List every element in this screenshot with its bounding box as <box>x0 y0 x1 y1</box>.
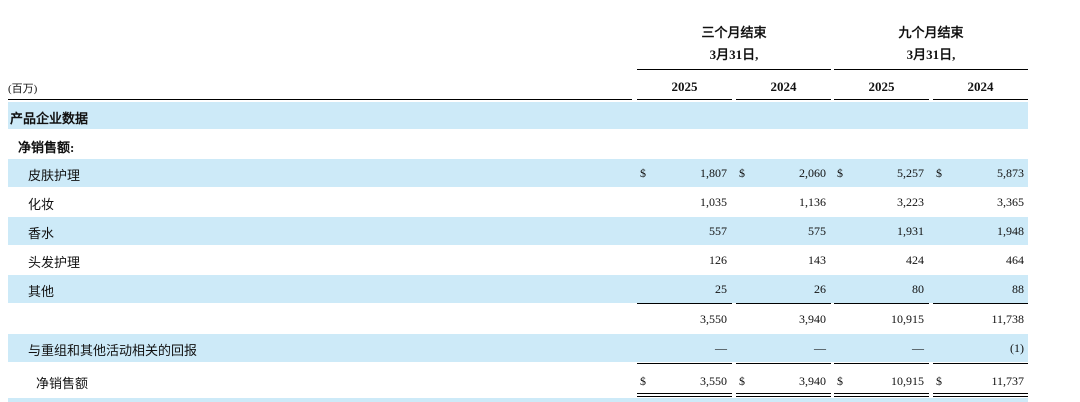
section-band-product-data <box>8 102 1028 129</box>
subtotal-rule-2 <box>736 303 831 304</box>
cell-fragrance-q-2025: 557 <box>709 224 727 238</box>
year-header-4: 2024 <box>967 79 994 94</box>
total-rule-1 <box>637 363 732 364</box>
total-double-rule-4a <box>933 393 1028 394</box>
row-label-skin-care: 皮肤护理 <box>28 168 81 183</box>
cell-skin-care-n-2025: 5,257 <box>897 166 924 180</box>
cell-other-n-2025: 80 <box>912 282 924 296</box>
row-label-fragrance: 香水 <box>28 226 55 241</box>
period-three-months-line2: 3月31日, <box>709 47 759 62</box>
cell-subtotal-n-2025: 10,915 <box>891 312 924 326</box>
total-rule-2 <box>736 363 831 364</box>
period-underline-three <box>637 69 831 70</box>
total-double-rule-3b <box>834 396 929 397</box>
row-label-hair-care: 头发护理 <box>28 255 81 270</box>
row-label-other: 其他 <box>28 284 55 299</box>
cell-other-n-2024: 88 <box>1012 282 1024 296</box>
row-label-total: 净销售额 <box>36 376 89 391</box>
cell-returns-q-2024: — <box>814 341 826 355</box>
bottom-band <box>8 398 1028 402</box>
row-label-returns: 与重组和其他活动相关的回报 <box>28 343 198 358</box>
subtotal-rule-4 <box>933 303 1028 304</box>
cell-total-n-2024: 11,737 <box>991 374 1024 388</box>
cell-skin-care-q-2024: 2,060 <box>799 166 826 180</box>
cell-hair-care-q-2024: 143 <box>808 253 826 267</box>
cell-total-n-2025: 10,915 <box>891 374 924 388</box>
period-underline-nine <box>834 69 1028 70</box>
cell-subtotal-n-2024: 11,738 <box>991 312 1024 326</box>
total-double-rule-3a <box>834 393 929 394</box>
total-double-rule-2b <box>736 396 831 397</box>
year-underline-4 <box>933 99 1028 100</box>
cell-returns-n-2024: (1) <box>1010 341 1024 355</box>
year-underline-3 <box>834 99 929 100</box>
cell-total-q-2024: 3,940 <box>799 374 826 388</box>
year-header-3: 2025 <box>868 79 895 94</box>
total-rule-4 <box>933 363 1028 364</box>
cell-makeup-n-2024: 3,365 <box>997 195 1024 209</box>
cell-hair-care-n-2025: 424 <box>906 253 924 267</box>
total-double-rule-1b <box>637 396 732 397</box>
year-underline-1 <box>637 99 732 100</box>
year-header-1: 2025 <box>671 79 698 94</box>
period-nine-months-line2: 3月31日, <box>906 47 956 62</box>
cell-returns-n-2025: — <box>912 341 924 355</box>
year-underline-2 <box>736 99 831 100</box>
net-sales-heading: 净销售额: <box>18 140 75 155</box>
cell-other-q-2025: 25 <box>715 282 727 296</box>
cell-fragrance-q-2024: 575 <box>808 224 826 238</box>
row-label-makeup: 化妆 <box>28 197 55 212</box>
period-nine-months: 九个月结束 3月31日, <box>834 22 1028 63</box>
cell-makeup-q-2025: 1,035 <box>700 195 727 209</box>
cell-hair-care-n-2024: 464 <box>1006 253 1024 267</box>
cell-skin-care-n-2024: 5,873 <box>997 166 1024 180</box>
total-double-rule-1a <box>637 393 732 394</box>
cell-fragrance-n-2025: 1,931 <box>897 224 924 238</box>
cell-subtotal-q-2025: 3,550 <box>700 312 727 326</box>
header-rule-left <box>8 99 632 100</box>
cell-other-q-2024: 26 <box>814 282 826 296</box>
unit-label: (百万) <box>8 83 38 95</box>
cell-returns-q-2025: — <box>715 341 727 355</box>
cell-makeup-q-2024: 1,136 <box>799 195 826 209</box>
cell-makeup-n-2025: 3,223 <box>897 195 924 209</box>
cell-fragrance-n-2024: 1,948 <box>997 224 1024 238</box>
cell-hair-care-q-2025: 126 <box>709 253 727 267</box>
period-three-months: 三个月结束 3月31日, <box>637 22 831 63</box>
period-nine-months-line1: 九个月结束 <box>898 25 964 40</box>
total-double-rule-4b <box>933 396 1028 397</box>
cell-subtotal-q-2024: 3,940 <box>799 312 826 326</box>
cell-skin-care-q-2025: 1,807 <box>700 166 727 180</box>
period-three-months-line1: 三个月结束 <box>701 25 767 40</box>
subtotal-rule-1 <box>637 303 732 304</box>
year-header-2: 2024 <box>770 79 797 94</box>
subtotal-rule-3 <box>834 303 929 304</box>
total-rule-3 <box>834 363 929 364</box>
cell-total-q-2025: 3,550 <box>700 374 727 388</box>
section-title-product-data: 产品企业数据 <box>10 111 89 126</box>
total-double-rule-2a <box>736 393 831 394</box>
